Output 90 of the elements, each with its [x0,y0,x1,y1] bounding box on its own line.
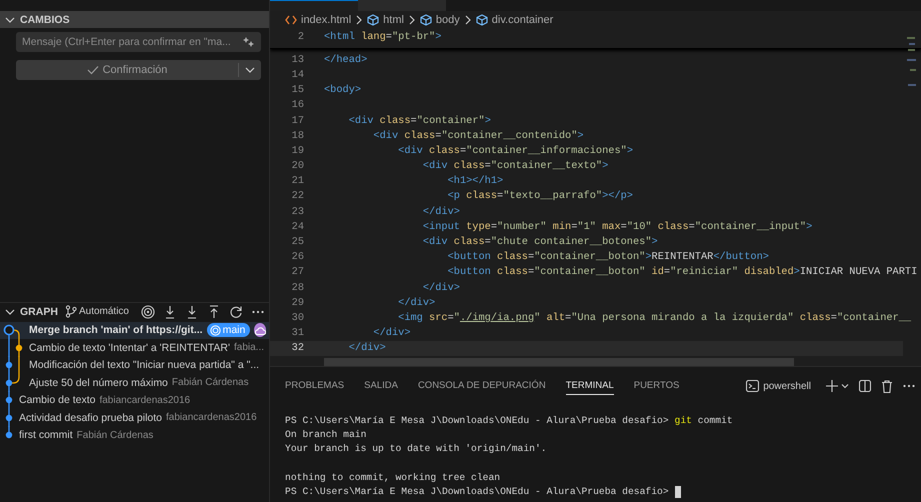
line-number: 2 [296,30,305,43]
breadcrumb-item[interactable]: div.container [492,14,554,26]
terminal-cursor [674,486,681,498]
sparkle-icon[interactable] [243,36,255,48]
breadcrumb-item[interactable]: index.html [301,14,352,26]
line-number: 30 [290,312,305,324]
plus-icon [826,380,838,392]
line-number: 17 [290,114,305,127]
line-number: 21 [290,175,305,188]
line-number: 31 [290,327,305,340]
commit-row[interactable]: Merge branch 'main' of https://git... main [0,322,269,339]
terminal-line: PS C:\Users\María E Mesa J\Downloads\ONEdu - Alura\Prueba desafio> git commit [285,414,733,426]
code-line: <div class="container__contenido"> [372,130,584,142]
changes-section-header[interactable]: CAMBIOS [0,11,269,28]
code-line: <html lang="pt-br"> [324,30,442,43]
cube-icon [476,14,488,26]
branch-icon [64,305,77,318]
check-icon [86,65,99,75]
line-number: 13 [290,54,305,66]
breadcrumb-item[interactable]: body [436,14,460,26]
line-number: 15 [290,84,305,96]
caret-icon [841,382,849,390]
cube-icon [420,14,432,26]
commit-message-field[interactable]: Mensaje (Ctrl+Enter para confirmar en "ma... [16,32,261,52]
commit-row[interactable]: Actividad desafio prueba piloto fabiancardenas2016 [0,409,269,426]
graph-section-header[interactable]: GRAPH [4,306,61,318]
panel-tab[interactable]: CONSOLA DE DEPURACIÓN [418,377,546,395]
terminal-line: PS C:\Users\María E Mesa J\Downloads\ONEdu - Alura\Prueba desafio> [285,486,670,498]
cube-icon [367,14,380,26]
commit-button[interactable]: Confirmación [16,60,261,80]
chevron-icon [464,15,472,25]
commit-row[interactable]: Modificación del texto "Iniciar nueva partida" a "... [0,356,269,374]
line-number: 25 [290,236,305,248]
code-line: <div class="container__texto"> [422,160,608,172]
breadcrumb-item[interactable]: html [383,14,404,26]
code-line: <button class="container__boton">REINTENTAR</button> [446,251,769,264]
code-line: <h1></h1> [446,175,504,188]
code-line: <img src="./img/ia.png" alt="Una persona mirando a la izquierda" class="container__ [397,312,912,324]
code-line: <body> [324,84,362,96]
split-icon [859,380,871,392]
target-icon[interactable] [140,304,155,319]
refresh-icon[interactable] [228,304,243,319]
line-number: 26 [290,251,305,264]
commit-row[interactable]: Cambio de texto 'Intentar' a 'REINTENTAR' fabia... [0,339,269,356]
code-line: <input type="number" min="1" max="10" class="container__input"> [422,220,812,233]
commit-row[interactable]: Cambio de texto fabiancardenas2016 [0,392,269,409]
terminal-line: On branch main [285,428,366,440]
chevron-icon [408,15,416,25]
terminal-icon [746,380,760,392]
code-line: <div class="container"> [348,114,491,127]
line-number: 22 [290,190,305,202]
panel-tab[interactable]: PROBLEMAS [285,377,344,395]
panel-tab[interactable]: SALIDA [364,377,398,395]
branch-mode-button[interactable]: Automático [64,305,129,318]
chevron-icon [355,15,364,25]
scrollbar-thumb[interactable] [324,358,794,366]
line-number: 24 [290,220,305,233]
code-line: <button class="container__boton" id="reiniciar" disabled>INICIAR NUEVA PARTI [446,266,918,278]
line-number: 20 [290,160,305,172]
terminal-profile-button[interactable]: powershell [746,380,811,392]
panel-tab[interactable]: TERMINAL [566,377,614,395]
panel-tab[interactable]: PUERTOS [634,377,680,395]
code-line: </div> [348,342,386,354]
line-number: 28 [290,282,305,294]
code-line: <div class="chute container__botones"> [422,236,658,248]
branch-badge: main [206,323,250,338]
commit-row[interactable]: first commit Fabián Cárdenas [0,426,269,444]
editor-tab[interactable] [270,0,358,11]
line-number: 27 [290,266,305,278]
code-line: </div> [422,206,460,218]
line-number: 19 [290,144,305,157]
code-line: <div class="container__informaciones"> [397,144,633,157]
more-icon [903,384,915,388]
terminal-line: nothing to commit, working tree clean [285,472,500,483]
commit-row[interactable]: Ajuste 50 del número máximo Fabián Cárdenas [0,374,269,392]
line-number: 16 [290,99,305,112]
terminal-line: Your branch is up to date with 'origin/main'. [285,443,547,454]
line-number: 18 [290,130,305,142]
line-number: 29 [290,296,305,309]
line-number: 32 [290,342,305,354]
trash-icon [881,380,893,392]
code-line: </div> [372,327,411,340]
line-number: 23 [290,206,305,218]
code-line: </head> [324,54,368,66]
code-line: </div> [397,296,436,309]
html-file-icon [285,15,297,25]
line-number: 14 [290,68,305,81]
code-line: </div> [422,282,460,294]
code-line: <p class="texto__parrafo"></p> [446,190,633,202]
cloud-icon [254,323,266,338]
